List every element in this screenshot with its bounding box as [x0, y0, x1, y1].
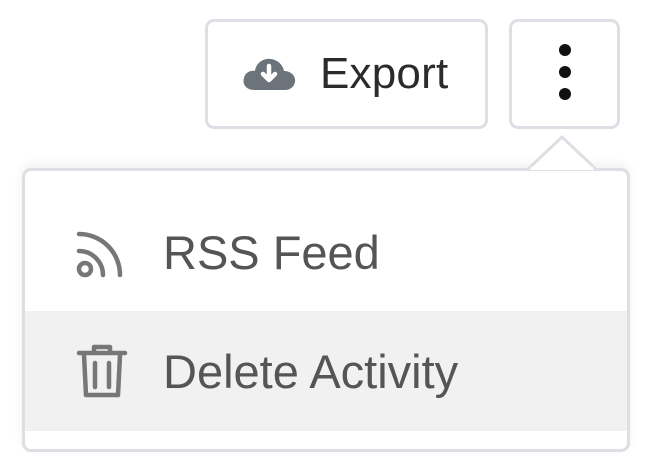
more-options-button[interactable]: [509, 19, 620, 129]
menu-item-label: Delete Activity: [163, 344, 459, 398]
menu-item-label: RSS Feed: [163, 225, 380, 279]
vertical-ellipsis-icon: [558, 43, 572, 106]
dropdown-menu: RSS Feed Delete Activity: [22, 168, 630, 452]
trash-icon: [75, 344, 129, 398]
page: Export RSS Feed Delete Activity: [0, 0, 646, 472]
menu-item-delete-activity[interactable]: Delete Activity: [25, 311, 627, 431]
menu-pointer: [527, 135, 597, 170]
export-button[interactable]: Export: [205, 19, 488, 129]
menu-item-rss-feed[interactable]: RSS Feed: [25, 193, 627, 311]
cloud-download-icon: [242, 57, 296, 91]
rss-icon: [75, 225, 129, 279]
export-label: Export: [320, 49, 449, 98]
